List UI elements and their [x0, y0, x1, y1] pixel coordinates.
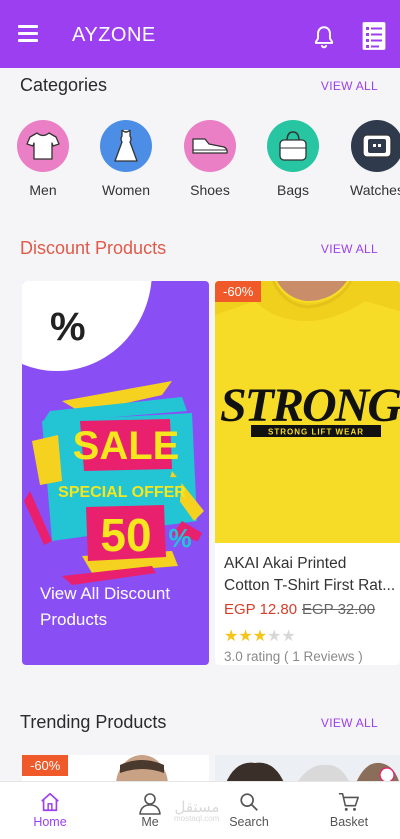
- menu-icon[interactable]: [18, 25, 38, 43]
- product-old-price: EGP 32.00: [302, 601, 376, 618]
- categories-view-all[interactable]: VIEW ALL: [321, 79, 378, 93]
- rating-stars: ★★★★★: [224, 626, 296, 646]
- app-title: AYZONE: [72, 24, 156, 46]
- promo-bubble: [22, 281, 152, 371]
- watermark: مستقل mostaql.com: [174, 798, 219, 823]
- category-shoes[interactable]: Shoes: [180, 120, 240, 198]
- shirt-print-subtext: STRONG LIFT WEAR: [268, 428, 364, 437]
- category-label: Men: [29, 182, 57, 198]
- product-name-line1: AKAI Akai Printed: [224, 555, 347, 572]
- app-bar: AYZONE: [0, 0, 400, 68]
- nav-search[interactable]: Search: [209, 782, 289, 839]
- dress-icon: [100, 120, 152, 172]
- nav-home[interactable]: Home: [10, 782, 90, 839]
- star-icon: ★: [238, 628, 253, 645]
- product-price: EGP 12.80: [224, 601, 298, 618]
- sale-text: SALE: [73, 424, 180, 468]
- sale-graphic: SALE SPECIAL OFFER 50 %: [24, 381, 204, 585]
- view-all-discount-link[interactable]: View All Discount Products: [40, 581, 200, 633]
- nav-basket[interactable]: Basket: [309, 782, 389, 839]
- discount-view-all[interactable]: VIEW ALL: [321, 242, 378, 256]
- nav-label: Home: [33, 815, 67, 829]
- category-women[interactable]: Women: [96, 120, 156, 198]
- tshirt-icon: [17, 120, 69, 172]
- list-icon[interactable]: [360, 20, 388, 52]
- category-label: Women: [102, 182, 150, 198]
- star-icon: ★: [267, 628, 282, 645]
- nav-label: Search: [229, 815, 269, 829]
- category-label: Shoes: [190, 182, 230, 198]
- trending-title: Trending Products: [20, 712, 167, 732]
- discount-badge: -60%: [22, 755, 69, 776]
- bag-icon: [267, 120, 319, 172]
- special-offer-text: SPECIAL OFFER: [58, 484, 186, 501]
- category-label: Bags: [277, 182, 309, 198]
- home-icon: [41, 792, 59, 812]
- discount-title: Discount Products: [20, 238, 167, 258]
- category-label: Watches: [350, 182, 400, 198]
- discount-product-card[interactable]: STRONG STRONG LIFT WEAR -60% AKAI Akai P…: [215, 281, 400, 665]
- category-men[interactable]: Men: [13, 120, 73, 198]
- product-image: STRONG STRONG LIFT WEAR -60%: [215, 281, 400, 543]
- category-watches[interactable]: Watches: [347, 120, 400, 198]
- shirt-print-text: STRONG: [220, 379, 400, 432]
- watermark-subtext: mostaql.com: [174, 814, 220, 823]
- bell-icon[interactable]: [311, 24, 337, 50]
- rating-text: 3.0 rating ( 1 Reviews ): [224, 649, 363, 664]
- search-icon: [240, 793, 258, 811]
- discount-promo-card[interactable]: % SALE SPECIAL OFFER 50 % View All Disco…: [22, 281, 209, 665]
- product-name-line2: Cotton T-Shirt First Rat...: [224, 577, 396, 594]
- shoe-icon: [184, 120, 236, 172]
- fifty-percent-text: %: [168, 523, 191, 553]
- category-bags[interactable]: Bags: [263, 120, 323, 198]
- fifty-text: 50: [100, 509, 151, 561]
- percent-icon: %: [50, 305, 86, 349]
- basket-icon: [338, 792, 359, 811]
- nav-label: Basket: [329, 815, 369, 829]
- star-icon: ★: [252, 628, 268, 645]
- categories-title: Categories: [20, 75, 108, 95]
- watch-icon: [351, 120, 400, 172]
- star-icon: ★: [281, 628, 296, 645]
- trending-view-all[interactable]: VIEW ALL: [321, 716, 378, 730]
- user-icon: [139, 793, 161, 815]
- discount-badge: -60%: [215, 281, 262, 302]
- product-name: AKAI Akai Printed Cotton T-Shirt First R…: [224, 553, 400, 597]
- star-icon: ★: [224, 628, 239, 645]
